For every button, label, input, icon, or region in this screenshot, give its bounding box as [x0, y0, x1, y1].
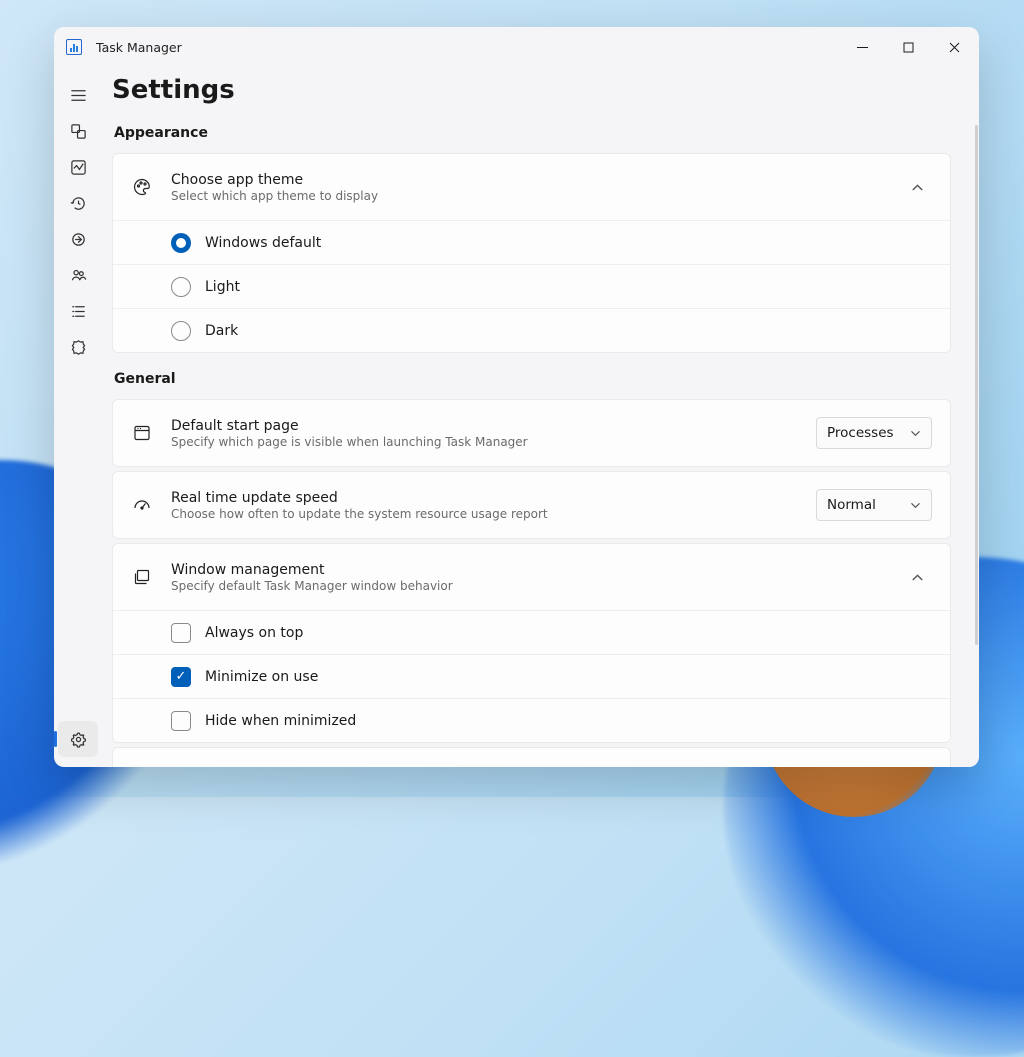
nav-processes[interactable] — [58, 113, 98, 149]
window-management-title: Window management — [171, 562, 884, 578]
update-speed-row: Real time update speed Choose how often … — [113, 472, 950, 538]
nav-startup-apps[interactable] — [58, 221, 98, 257]
update-speed-subtitle: Choose how often to update the system re… — [171, 507, 798, 521]
checkbox-label: Always on top — [205, 625, 303, 641]
nav-app-history[interactable] — [58, 185, 98, 221]
theme-header-row[interactable]: Choose app theme Select which app theme … — [113, 154, 950, 220]
app-logo-icon — [66, 39, 82, 55]
radio-label: Dark — [205, 323, 238, 339]
radio-label: Light — [205, 279, 240, 295]
window-management-header[interactable]: Window management Specify default Task M… — [113, 544, 950, 610]
start-page-value: Processes — [827, 425, 894, 441]
minimize-button[interactable] — [839, 27, 885, 67]
windows-icon — [131, 567, 153, 587]
scrollbar[interactable] — [975, 125, 978, 645]
window-management-card: Window management Specify default Task M… — [112, 543, 951, 743]
chevron-up-icon[interactable] — [902, 181, 932, 194]
start-page-select[interactable]: Processes — [816, 417, 932, 449]
theme-option-windows-default[interactable]: Windows default — [113, 220, 950, 264]
option-always-on-top[interactable]: Always on top — [113, 610, 950, 654]
nav-performance[interactable] — [58, 149, 98, 185]
nav-settings[interactable] — [58, 721, 98, 757]
theme-option-light[interactable]: Light — [113, 264, 950, 308]
theme-card: Choose app theme Select which app theme … — [112, 153, 951, 353]
chevron-up-icon[interactable] — [902, 571, 932, 584]
theme-option-dark[interactable]: Dark — [113, 308, 950, 352]
titlebar[interactable]: Task Manager — [54, 27, 979, 67]
start-page-card: Default start page Specify which page is… — [112, 399, 951, 467]
update-speed-select[interactable]: Normal — [816, 489, 932, 521]
nav-services[interactable] — [58, 329, 98, 365]
update-speed-title: Real time update speed — [171, 490, 798, 506]
palette-icon — [131, 177, 153, 197]
radio-label: Windows default — [205, 235, 321, 251]
radio-windows-default[interactable] — [171, 233, 191, 253]
theme-subtitle: Select which app theme to display — [171, 189, 884, 203]
checkbox-minimize-on-use[interactable] — [171, 667, 191, 687]
page-title: Settings — [112, 75, 957, 105]
appearance-section-label: Appearance — [114, 125, 951, 141]
checkbox-label: Minimize on use — [205, 669, 318, 685]
update-speed-card: Real time update speed Choose how often … — [112, 471, 951, 539]
option-minimize-on-use[interactable]: Minimize on use — [113, 654, 950, 698]
task-manager-window: Task Manager — [54, 27, 979, 767]
theme-title: Choose app theme — [171, 172, 884, 188]
maximize-button[interactable] — [885, 27, 931, 67]
start-page-row: Default start page Specify which page is… — [113, 400, 950, 466]
window-controls — [839, 27, 977, 67]
other-options-header[interactable]: Other options — [113, 748, 950, 767]
general-section-label: General — [114, 371, 951, 387]
window-management-subtitle: Specify default Task Manager window beha… — [171, 579, 884, 593]
checkbox-always-on-top[interactable] — [171, 623, 191, 643]
page-icon — [131, 423, 153, 443]
start-page-subtitle: Specify which page is visible when launc… — [171, 435, 798, 449]
update-speed-value: Normal — [827, 497, 876, 513]
checkbox-label: Hide when minimized — [205, 713, 356, 729]
radio-dark[interactable] — [171, 321, 191, 341]
start-page-title: Default start page — [171, 418, 798, 434]
nav-menu-button[interactable] — [58, 77, 98, 113]
checkbox-hide-when-minimized[interactable] — [171, 711, 191, 731]
sidebar — [54, 67, 102, 767]
option-hide-when-minimized[interactable]: Hide when minimized — [113, 698, 950, 742]
nav-users[interactable] — [58, 257, 98, 293]
nav-details[interactable] — [58, 293, 98, 329]
gauge-icon — [131, 495, 153, 515]
other-options-card: Other options — [112, 747, 951, 767]
close-button[interactable] — [931, 27, 977, 67]
radio-light[interactable] — [171, 277, 191, 297]
window-title: Task Manager — [96, 40, 182, 55]
main-panel: Settings Appearance Choose app theme Sel… — [102, 67, 979, 767]
